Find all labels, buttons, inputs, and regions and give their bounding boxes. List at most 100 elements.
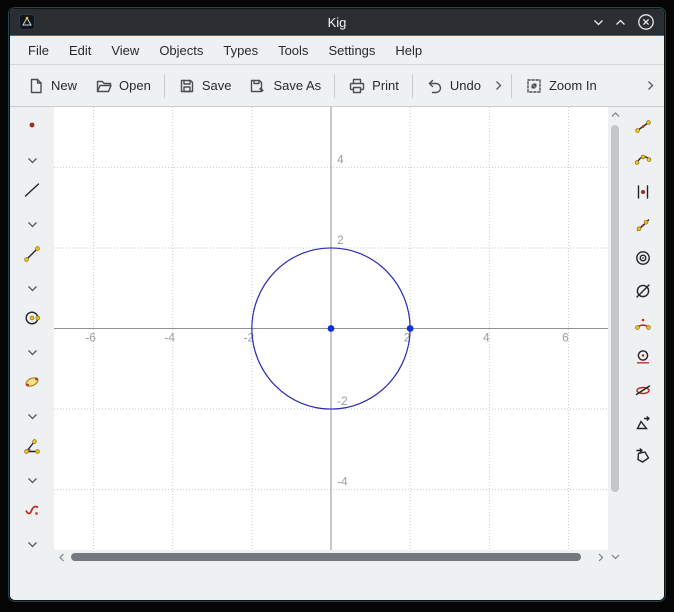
new-label: New xyxy=(51,78,77,93)
horizontal-scrollbar[interactable] xyxy=(54,550,608,564)
concentric-circles-tool[interactable] xyxy=(634,244,652,277)
crossed-circle-tool[interactable] xyxy=(634,277,652,310)
circle-point-line-tool[interactable] xyxy=(634,343,652,376)
y-tick-label: 2 xyxy=(337,233,344,247)
window-controls xyxy=(593,13,664,31)
vertical-scroll-track[interactable] xyxy=(608,122,622,549)
arc-icon xyxy=(634,315,652,338)
line-tool[interactable] xyxy=(10,176,54,208)
left-toolbar-expander[interactable] xyxy=(10,144,54,176)
right-toolbar xyxy=(622,107,664,564)
left-toolbar-expander[interactable] xyxy=(10,208,54,240)
menu-file[interactable]: File xyxy=(18,39,59,62)
open-folder-icon xyxy=(95,77,113,95)
window-title: Kig xyxy=(10,15,664,30)
scroll-right-arrow[interactable] xyxy=(593,553,608,562)
horizontal-scroll-track[interactable] xyxy=(69,550,593,564)
scroll-left-arrow[interactable] xyxy=(54,553,69,562)
menubar: FileEditViewObjectsTypesToolsSettingsHel… xyxy=(10,36,664,65)
chevron-down-icon xyxy=(27,215,38,233)
menu-objects[interactable]: Objects xyxy=(149,39,213,62)
geometry-point[interactable] xyxy=(407,325,414,332)
circle-icon xyxy=(23,309,41,332)
menu-types[interactable]: Types xyxy=(213,39,268,62)
chevron-down-icon xyxy=(27,279,38,297)
new-button[interactable]: New xyxy=(18,70,86,102)
undo-label: Undo xyxy=(450,78,481,93)
undo-button[interactable]: Undo xyxy=(417,70,490,102)
left-toolbar-expander[interactable] xyxy=(10,464,54,496)
close-button[interactable] xyxy=(637,13,655,31)
curve-points-icon xyxy=(634,150,652,173)
attach-point-tool[interactable] xyxy=(634,211,652,244)
chevron-down-icon xyxy=(27,407,38,425)
zoom-in-button[interactable]: Zoom In xyxy=(516,70,606,102)
titlebar[interactable]: Kig xyxy=(10,9,664,36)
point-on-line-tool[interactable] xyxy=(634,178,652,211)
crossed-circle-icon xyxy=(634,282,652,305)
arc-tool[interactable] xyxy=(634,310,652,343)
chevron-down-icon xyxy=(27,471,38,489)
open-label: Open xyxy=(119,78,151,93)
menu-edit[interactable]: Edit xyxy=(59,39,101,62)
horizontal-scroll-thumb[interactable] xyxy=(71,553,581,561)
save-label: Save xyxy=(202,78,232,93)
chevron-down-icon xyxy=(27,151,38,169)
transform-triangle-icon xyxy=(634,414,652,437)
segment-icon xyxy=(23,245,41,268)
point-tool[interactable] xyxy=(10,112,54,144)
open-button[interactable]: Open xyxy=(86,70,160,102)
transform-polygon-icon xyxy=(634,447,652,470)
toolbar-separator xyxy=(164,74,165,98)
menu-settings[interactable]: Settings xyxy=(318,39,385,62)
left-toolbar-expander[interactable] xyxy=(10,528,54,560)
segment-midpoint-tool[interactable] xyxy=(634,112,652,145)
chevron-right-icon xyxy=(647,80,654,91)
segment-tool[interactable] xyxy=(10,240,54,272)
maximize-button[interactable] xyxy=(615,19,626,26)
save-as-button[interactable]: Save As xyxy=(240,70,330,102)
curve-points-tool[interactable] xyxy=(634,145,652,178)
scroll-down-arrow[interactable] xyxy=(611,549,620,564)
geometry-canvas[interactable]: -6-4-2246-4-224 xyxy=(54,107,608,550)
toolbar-separator xyxy=(412,74,413,98)
test-tool[interactable] xyxy=(10,496,54,528)
print-button[interactable]: Print xyxy=(339,70,408,102)
toolbar-separator xyxy=(511,74,512,98)
canvas-column: -6-4-2246-4-224 xyxy=(54,107,608,564)
scroll-up-arrow[interactable] xyxy=(611,107,620,122)
left-toolbar-expander[interactable] xyxy=(10,400,54,432)
line-icon xyxy=(23,181,41,204)
toolbar-overflow-chevron[interactable] xyxy=(490,80,507,91)
test-icon xyxy=(23,501,41,524)
conic-tool[interactable] xyxy=(10,368,54,400)
save-icon xyxy=(178,77,196,95)
menu-tools[interactable]: Tools xyxy=(268,39,318,62)
vertical-scrollbar[interactable] xyxy=(608,107,622,564)
y-tick-label: -2 xyxy=(337,394,348,408)
toolbar-separator xyxy=(334,74,335,98)
vertical-scroll-thumb[interactable] xyxy=(611,125,619,492)
concentric-circles-icon xyxy=(634,249,652,272)
content: -6-4-2246-4-224 xyxy=(10,107,664,564)
y-tick-label: 4 xyxy=(337,152,344,166)
circle-tool[interactable] xyxy=(10,304,54,336)
new-document-icon xyxy=(27,77,45,95)
ellipse-line-tool[interactable] xyxy=(634,376,652,409)
y-tick-label: -4 xyxy=(337,475,348,489)
menu-help[interactable]: Help xyxy=(385,39,432,62)
geometry-point[interactable] xyxy=(328,325,335,332)
toolbar-overflow-chevron[interactable] xyxy=(642,80,656,91)
left-toolbar-expander[interactable] xyxy=(10,272,54,304)
minimize-button[interactable] xyxy=(593,19,604,26)
angle-tool[interactable] xyxy=(10,432,54,464)
toolbar: New Open Save Save As Print Undo Zoom In xyxy=(10,65,664,107)
save-button[interactable]: Save xyxy=(169,70,241,102)
angle-icon xyxy=(23,437,41,460)
transform-polygon-tool[interactable] xyxy=(634,442,652,475)
zoom-in-icon xyxy=(525,77,543,95)
transform-triangle-tool[interactable] xyxy=(634,409,652,442)
menu-view[interactable]: View xyxy=(101,39,149,62)
left-toolbar-expander[interactable] xyxy=(10,336,54,368)
chevron-down-icon xyxy=(27,535,38,553)
